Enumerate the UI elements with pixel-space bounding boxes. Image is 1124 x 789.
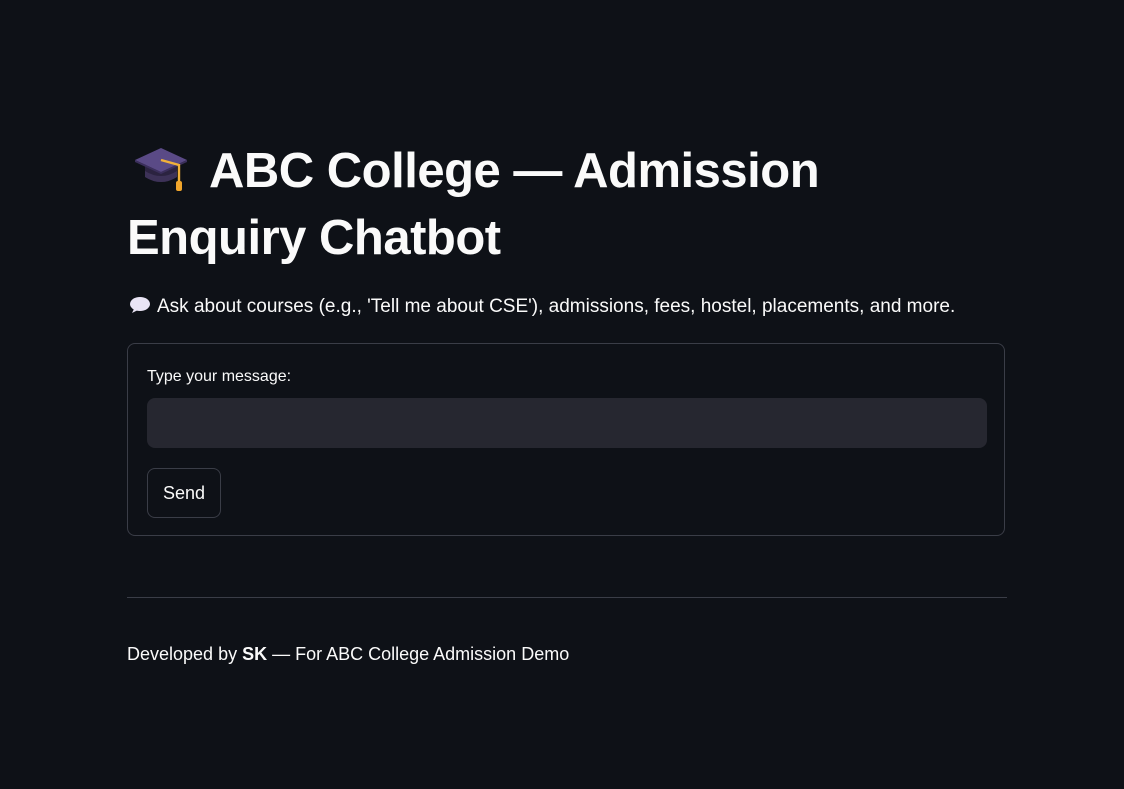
send-button[interactable]: Send xyxy=(147,468,221,518)
intro-text-row: Ask about courses (e.g., 'Tell me about … xyxy=(129,293,955,321)
graduation-cap-icon xyxy=(133,141,189,193)
footer-suffix: — For ABC College Admission Demo xyxy=(267,644,570,664)
message-form: Type your message: Send xyxy=(127,343,1005,536)
divider xyxy=(127,597,1007,598)
footer-credit: Developed by SK — For ABC College Admiss… xyxy=(127,641,569,667)
speech-bubble-icon xyxy=(129,295,151,313)
page-title: ABC College — Admission Enquiry Chatbot xyxy=(127,138,887,272)
message-input[interactable] xyxy=(147,398,987,448)
intro-text: Ask about courses (e.g., 'Tell me about … xyxy=(157,296,956,317)
message-input-label: Type your message: xyxy=(147,368,292,385)
page-title-text: ABC College — Admission Enquiry Chatbot xyxy=(127,144,820,265)
footer-author: SK xyxy=(242,644,268,664)
footer-prefix: Developed by xyxy=(127,644,243,664)
